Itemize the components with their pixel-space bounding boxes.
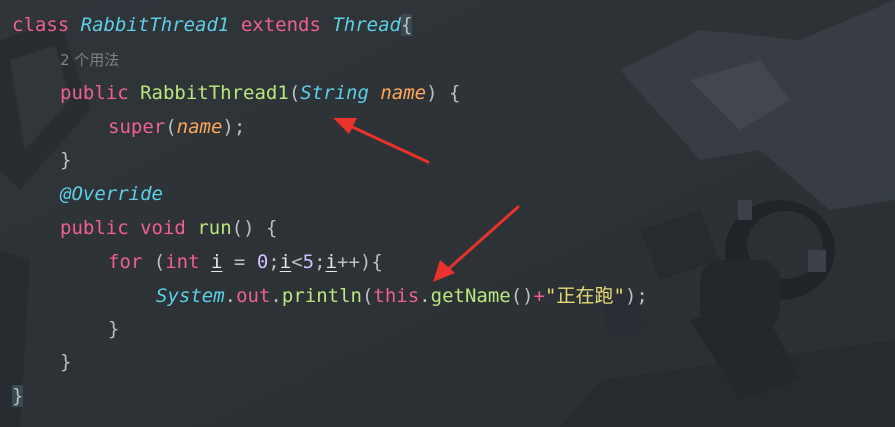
keyword-int: int <box>165 251 200 273</box>
paren-open: ( <box>361 285 374 307</box>
code-line-close-brace: } <box>108 312 119 346</box>
close-brace: } <box>60 351 72 373</box>
paren-close: ) <box>426 82 438 104</box>
keyword-void: void <box>140 217 186 239</box>
loop-variable: i <box>211 251 223 273</box>
code-line-for-loop: for (int i = 0;i<5;i++){ <box>108 245 383 279</box>
semicolon: ; <box>233 116 246 138</box>
parens: () <box>231 217 255 239</box>
close-brace: } <box>60 149 72 171</box>
less-than-operator: < <box>291 251 303 273</box>
plus-operator: + <box>533 285 546 307</box>
usages-hint[interactable]: 2 个用法 <box>60 43 119 77</box>
number-literal: 5 <box>302 251 315 273</box>
keyword-super: super <box>108 116 166 138</box>
super-class-name: Thread <box>332 14 401 36</box>
system-class: System <box>156 285 225 307</box>
code-line-close-brace: } <box>60 345 71 379</box>
keyword-for: for <box>108 251 143 273</box>
override-annotation: @Override <box>60 183 163 205</box>
paren-open: ( <box>165 116 177 138</box>
close-brace: } <box>108 318 120 340</box>
dot: . <box>224 285 237 307</box>
constructor-name: RabbitThread1 <box>140 82 289 104</box>
semicolon: ; <box>268 251 280 273</box>
string-literal: "正在跑" <box>545 285 625 307</box>
semicolon: ; <box>314 251 326 273</box>
out-field: out <box>236 285 271 307</box>
dot: . <box>270 285 282 307</box>
open-brace: { <box>265 217 278 239</box>
open-brace: { <box>371 251 383 273</box>
method-name: run <box>197 217 232 239</box>
param-type: String <box>300 82 369 104</box>
assign-operator: = <box>233 251 246 273</box>
code-line-println: System.out.println(this.getName()+"正在跑")… <box>156 279 648 313</box>
increment-operator: ++ <box>337 251 360 273</box>
param-name: name <box>380 82 427 104</box>
paren-open: ( <box>288 82 301 104</box>
code-line-super-call: super(name); <box>108 110 245 144</box>
get-name-method: getName <box>430 285 511 307</box>
semicolon: ; <box>636 285 648 307</box>
number-literal: 0 <box>256 251 269 273</box>
code-line-constructor: public RabbitThread1(String name) { <box>60 76 460 110</box>
loop-variable: i <box>325 251 337 273</box>
loop-variable: i <box>279 251 292 273</box>
argument-name: name <box>176 116 223 138</box>
paren-close: ) <box>624 285 637 307</box>
keyword-public: public <box>60 217 129 239</box>
code-editor[interactable]: class RabbitThread1 extends Thread{ 2 个用… <box>0 0 895 427</box>
paren-close: ) <box>222 116 234 138</box>
paren-open: ( <box>153 251 166 273</box>
keyword-public: public <box>60 82 129 104</box>
close-brace: } <box>12 385 24 407</box>
dot: . <box>419 285 431 307</box>
code-line-run-method: public void run() { <box>60 211 277 245</box>
code-line-annotation: @Override <box>60 177 163 211</box>
keyword-this: this <box>373 285 420 307</box>
code-line-close-brace: } <box>60 143 71 177</box>
paren-close: ) <box>359 251 372 273</box>
keyword-extends: extends <box>240 14 321 36</box>
keyword-class: class <box>12 14 70 36</box>
call-parens: () <box>510 285 534 307</box>
code-line-class-declaration: class RabbitThread1 extends Thread{ <box>12 8 413 42</box>
class-name: RabbitThread1 <box>80 14 230 36</box>
code-line-close-brace: } <box>12 379 24 413</box>
open-brace: { <box>401 14 413 36</box>
println-method: println <box>281 285 362 307</box>
open-brace: { <box>449 82 461 104</box>
